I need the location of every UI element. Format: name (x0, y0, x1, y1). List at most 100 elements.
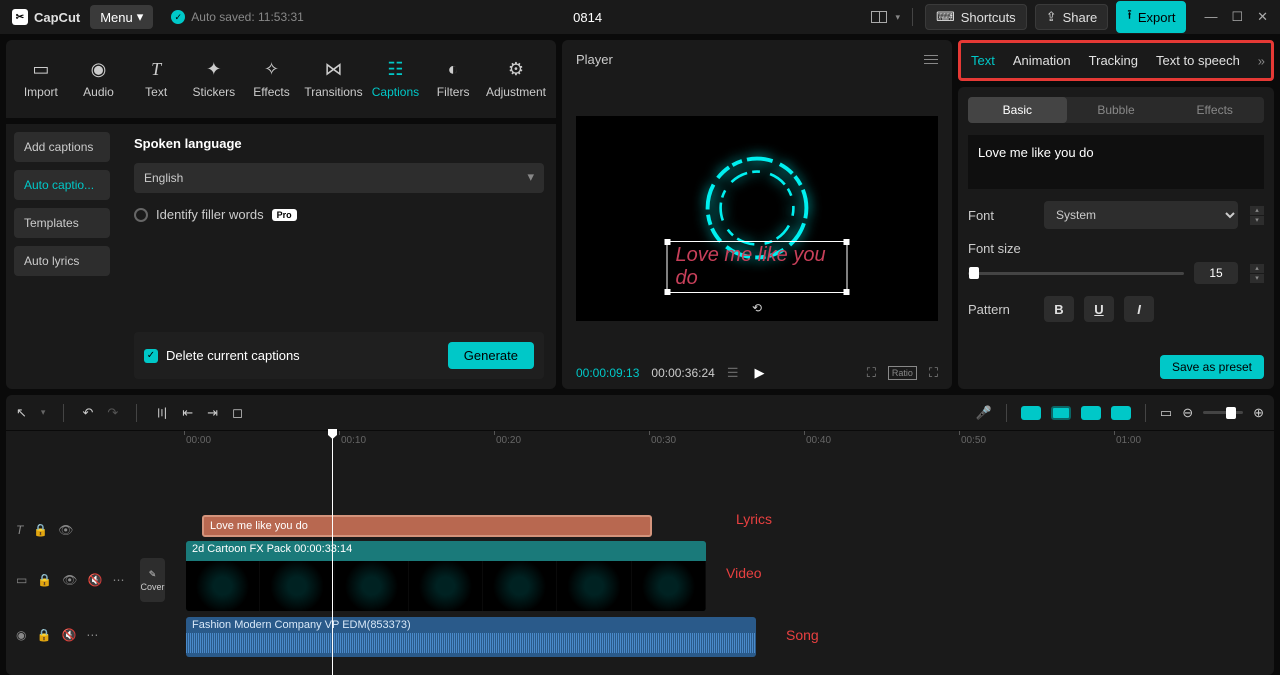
scan-icon[interactable]: ⛶ (867, 365, 876, 381)
pointer-tool[interactable]: ↖ (16, 405, 27, 421)
sidebar-auto-captions[interactable]: Auto captio... (14, 170, 110, 200)
more-tabs-icon[interactable]: » (1258, 53, 1265, 68)
tab-audio[interactable]: ◉Audio (70, 51, 128, 107)
tab-adjustment[interactable]: ⚙Adjustment (482, 51, 550, 107)
checkbox-checked-icon: ✓ (144, 349, 158, 363)
audio-clip[interactable]: Fashion Modern Company VP EDM(853373) (186, 617, 756, 657)
lock-icon[interactable]: 🔒 (33, 523, 48, 537)
preview-toggle[interactable]: ▭ (1160, 405, 1172, 421)
mute-icon[interactable]: 🔇 (61, 628, 76, 642)
mic-icon[interactable]: 🎤 (976, 405, 992, 421)
eye-icon[interactable]: 👁 (62, 573, 77, 587)
redo-button[interactable]: ↷ (107, 405, 118, 421)
menu-button[interactable]: Menu▾ (90, 5, 153, 29)
sidebar-templates[interactable]: Templates (14, 208, 110, 238)
text-icon: T (146, 59, 166, 79)
undo-button[interactable]: ↶ (82, 405, 93, 421)
split-tool[interactable]: 〣 (155, 403, 168, 422)
fontsize-input[interactable] (1194, 262, 1238, 284)
audio-icon: ◉ (89, 59, 109, 79)
subtab-bubble[interactable]: Bubble (1067, 97, 1166, 123)
tab-text-inspector[interactable]: Text (971, 53, 995, 68)
track-headers: T 🔒 👁 ▭ 🔒 👁 🔇 ⋯ ✎Cover ◉ 🔒 🔇 ⋯ (6, 455, 136, 675)
player-canvas[interactable]: Love me like you do ⟲ (576, 116, 938, 321)
trim-right-tool[interactable]: ⇥ (207, 405, 218, 421)
delete-captions-row[interactable]: ✓ Delete current captions (144, 348, 300, 363)
ratio-button[interactable]: Ratio (888, 366, 917, 380)
fontsize-slider[interactable] (968, 272, 1184, 275)
rotate-icon[interactable]: ⟲ (752, 301, 762, 315)
font-stepper[interactable]: ▴▾ (1250, 206, 1264, 225)
sidebar-add-captions[interactable]: Add captions (14, 132, 110, 162)
transitions-icon: ⋈ (323, 59, 343, 79)
tab-effects[interactable]: ✧Effects (243, 51, 301, 107)
import-icon: ▭ (31, 59, 51, 79)
more-icon[interactable]: ⋯ (86, 628, 98, 642)
tab-text[interactable]: TText (127, 51, 185, 107)
close-button[interactable]: ✕ (1257, 9, 1268, 25)
audio-clip-label: Fashion Modern Company VP EDM(853373) (186, 617, 756, 633)
share-button[interactable]: ⇪Share (1035, 4, 1109, 30)
italic-button[interactable]: I (1124, 296, 1154, 322)
more-icon[interactable]: ⋯ (112, 573, 124, 587)
zoom-in-button[interactable]: ⊕ (1253, 405, 1264, 421)
tab-transitions[interactable]: ⋈Transitions (300, 51, 366, 107)
text-content-input[interactable] (968, 135, 1264, 189)
timeline-ruler[interactable]: 00:00 00:10 00:20 00:30 00:40 00:50 01:0… (136, 431, 1274, 455)
track-lanes[interactable]: Love me like you do 2d Cartoon FX Pack 0… (136, 455, 1274, 675)
shortcuts-button[interactable]: ⌨Shortcuts (925, 4, 1027, 30)
tab-tracking[interactable]: Tracking (1089, 53, 1138, 68)
tab-stickers[interactable]: ✦Stickers (185, 51, 243, 107)
crop-tool[interactable]: ◻ (232, 405, 243, 421)
timecode-current: 00:00:09:13 (576, 366, 639, 380)
playhead[interactable] (332, 431, 333, 675)
subtab-basic[interactable]: Basic (968, 97, 1067, 123)
maximize-button[interactable]: ☐ (1231, 9, 1243, 25)
tab-captions[interactable]: ☷Captions (367, 51, 425, 107)
tab-import[interactable]: ▭Import (12, 51, 70, 107)
magnet-tool-2[interactable] (1051, 406, 1071, 420)
logo-icon: ✂ (12, 9, 28, 25)
document-title: 0814 (314, 10, 862, 25)
lyrics-clip[interactable]: Love me like you do (202, 515, 652, 537)
magnet-tool-1[interactable] (1021, 406, 1041, 420)
minimize-button[interactable]: — (1204, 9, 1217, 25)
tab-filters[interactable]: ◐Filters (424, 51, 482, 107)
identify-filler-row[interactable]: Identify filler words Pro (134, 207, 544, 222)
language-select[interactable]: English (134, 163, 544, 193)
eye-icon[interactable]: 👁 (58, 523, 73, 537)
trim-left-tool[interactable]: ⇤ (182, 405, 193, 421)
titlebar: ✂ CapCut Menu▾ ✓ Auto saved: 11:53:31 08… (0, 0, 1280, 34)
link-tool[interactable] (1081, 406, 1101, 420)
identify-filler-label: Identify filler words (156, 207, 264, 222)
lock-icon[interactable]: 🔒 (36, 628, 51, 642)
fullscreen-icon[interactable]: ⛶ (929, 365, 938, 381)
radio-icon (134, 208, 148, 222)
snap-tool[interactable] (1111, 406, 1131, 420)
player-header: Player (562, 40, 952, 79)
zoom-out-button[interactable]: ⊖ (1182, 405, 1193, 421)
video-clip[interactable]: 2d Cartoon FX Pack 00:00:33:14 (186, 541, 706, 611)
player-title: Player (576, 52, 613, 67)
zoom-slider[interactable] (1203, 411, 1243, 414)
tab-animation[interactable]: Animation (1013, 53, 1071, 68)
export-button[interactable]: ⭱Export (1116, 1, 1186, 33)
bold-button[interactable]: B (1044, 296, 1074, 322)
underline-button[interactable]: U (1084, 296, 1114, 322)
lock-icon[interactable]: 🔒 (37, 573, 52, 587)
columns-icon[interactable]: ☰ (727, 365, 739, 381)
layout-icon[interactable] (871, 11, 887, 23)
generate-button[interactable]: Generate (448, 342, 534, 369)
audio-track-head: ◉ 🔒 🔇 ⋯ (6, 615, 136, 655)
sidebar-auto-lyrics[interactable]: Auto lyrics (14, 246, 110, 276)
font-select[interactable]: System (1044, 201, 1238, 229)
mute-icon[interactable]: 🔇 (88, 573, 103, 587)
subtab-effects[interactable]: Effects (1165, 97, 1264, 123)
tab-tts[interactable]: Text to speech (1156, 53, 1240, 68)
pointer-dropdown[interactable]: ▾ (41, 407, 46, 418)
text-selection-box[interactable]: Love me like you do (667, 241, 848, 293)
player-menu-icon[interactable] (924, 55, 938, 64)
fontsize-stepper[interactable]: ▴▾ (1250, 264, 1264, 283)
play-button[interactable]: ▶ (754, 365, 764, 381)
save-preset-button[interactable]: Save as preset (1160, 355, 1264, 379)
